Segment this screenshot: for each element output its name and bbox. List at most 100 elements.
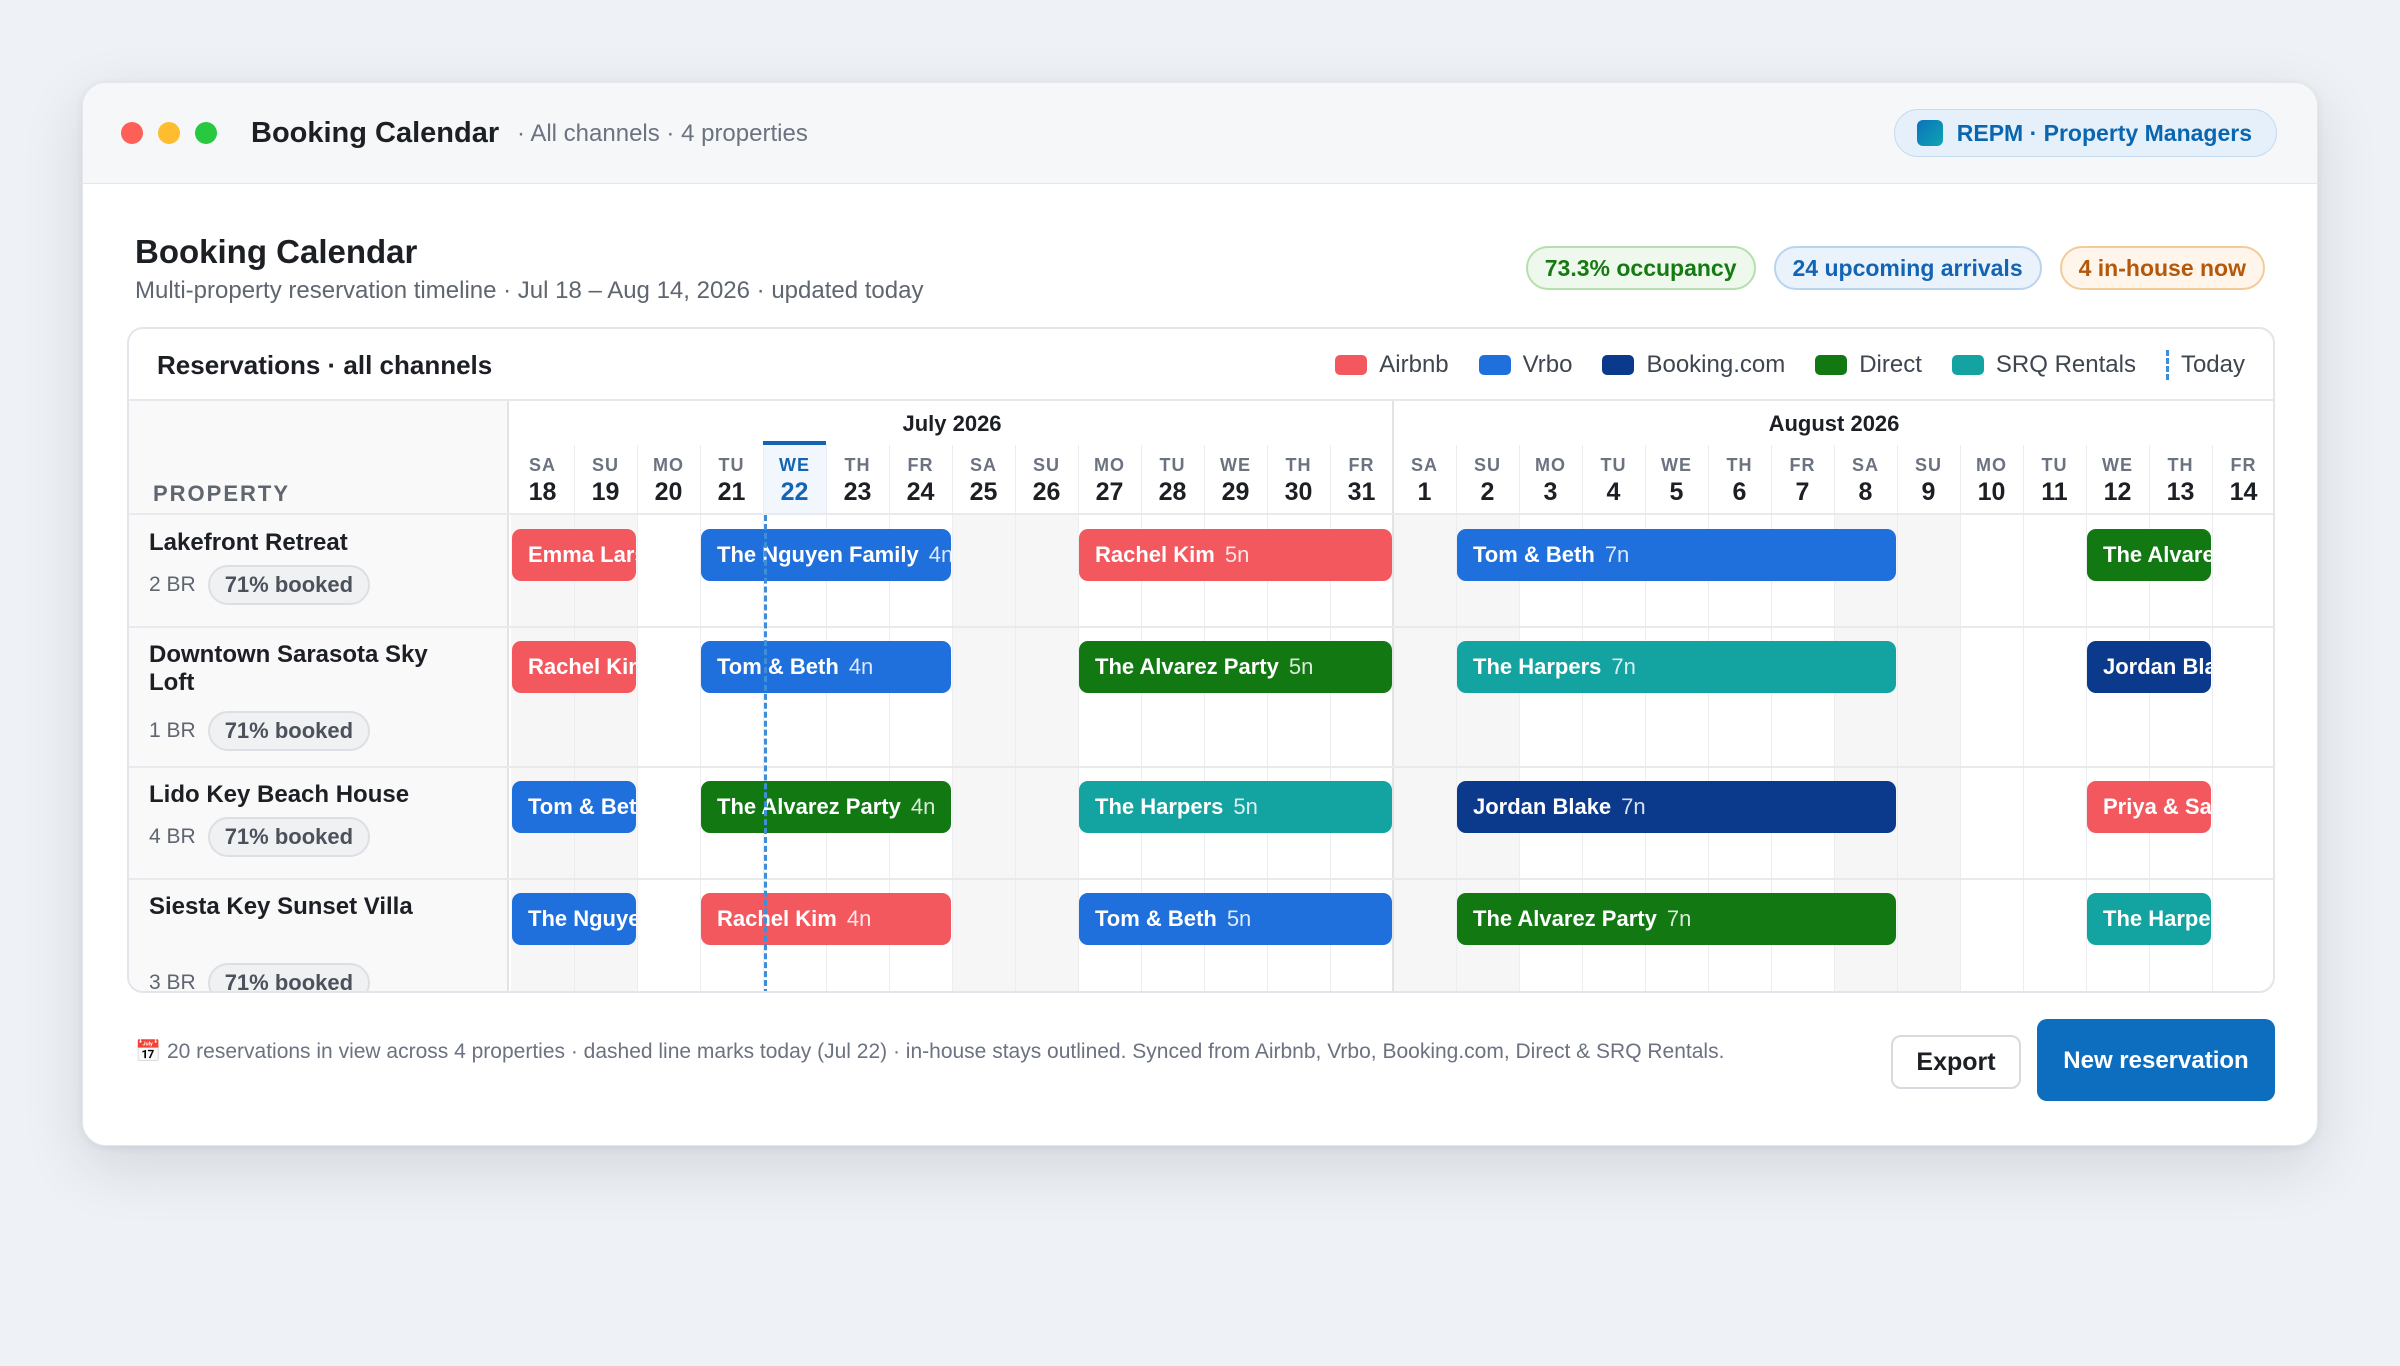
weekend-shade bbox=[1015, 515, 1078, 991]
day-header[interactable]: FR 31 bbox=[1330, 455, 1393, 507]
day-of-week: FR bbox=[2230, 455, 2257, 475]
day-number: 8 bbox=[1858, 478, 1873, 506]
day-header[interactable]: TH 23 bbox=[826, 455, 889, 507]
reservation-bar[interactable]: Tom & Beth 7n bbox=[1457, 529, 1896, 581]
day-header[interactable]: TU 4 bbox=[1582, 455, 1645, 507]
day-header[interactable]: TU 28 bbox=[1141, 455, 1204, 507]
guest-name: Tom & Beth bbox=[717, 654, 839, 679]
day-number: 20 bbox=[654, 478, 683, 506]
guest-name: Tom & Beth bbox=[528, 794, 636, 819]
day-of-week: WE bbox=[1220, 455, 1251, 475]
day-header[interactable]: WE 12 bbox=[2086, 455, 2149, 507]
reservation-bar[interactable]: The Alvarez Party 5n bbox=[1079, 641, 1392, 693]
day-number: 18 bbox=[528, 478, 557, 506]
reservation-bar[interactable]: Tom & Beth 4n bbox=[701, 641, 951, 693]
day-header[interactable]: SA 18 bbox=[511, 455, 574, 507]
reservation-bar[interactable]: Emma Larson bbox=[512, 529, 636, 581]
new-reservation-button[interactable]: New reservation bbox=[2037, 1019, 2275, 1101]
day-of-week: MO bbox=[653, 455, 684, 475]
day-header[interactable]: SU 9 bbox=[1897, 455, 1960, 507]
page-subtitle: Multi-property reservation timeline · Ju… bbox=[135, 277, 924, 304]
footer-note: 📅 20 reservations in view across 4 prope… bbox=[135, 1040, 1725, 1063]
minimize-window-button[interactable] bbox=[158, 122, 180, 144]
day-header[interactable]: FR 24 bbox=[889, 455, 952, 507]
reservation-bar[interactable]: The Alvarez Party 7n bbox=[1457, 893, 1896, 945]
day-header[interactable]: WE 29 bbox=[1204, 455, 1267, 507]
reservation-bar[interactable]: The Alvarez Party bbox=[2087, 529, 2211, 581]
day-column-line bbox=[637, 445, 638, 991]
day-of-week: TH bbox=[844, 455, 871, 475]
day-header[interactable]: FR 7 bbox=[1771, 455, 1834, 507]
property-name[interactable]: Downtown Sarasota Sky Loft bbox=[149, 641, 479, 697]
reservation-bar[interactable]: Rachel Kim 4n bbox=[701, 893, 951, 945]
day-header[interactable]: TH 6 bbox=[1708, 455, 1771, 507]
day-header[interactable]: WE 22 bbox=[763, 455, 826, 507]
day-of-week: SA bbox=[1410, 455, 1438, 475]
day-header[interactable]: FR 14 bbox=[2212, 455, 2273, 507]
reservation-bar[interactable]: Tom & Beth 5n bbox=[1079, 893, 1392, 945]
month-label: August 2026 bbox=[1768, 411, 1900, 436]
reservation-bar[interactable]: Priya & Sam bbox=[2087, 781, 2211, 833]
reservation-bar[interactable]: The Harpers 7n bbox=[1457, 641, 1896, 693]
property-name[interactable]: Lido Key Beach House bbox=[149, 781, 479, 809]
guest-name: The Nguyen Family bbox=[528, 906, 636, 931]
stats-pills: 73.3% occupancy 24 upcoming arrivals 4 i… bbox=[1525, 246, 2265, 290]
day-header[interactable]: SU 2 bbox=[1456, 455, 1519, 507]
day-of-week: SA bbox=[969, 455, 997, 475]
month-label: July 2026 bbox=[902, 411, 1002, 436]
day-header[interactable]: TU 11 bbox=[2023, 455, 2086, 507]
weekend-shade bbox=[1393, 515, 1456, 991]
guest-name: Jordan Blake bbox=[1473, 794, 1612, 819]
reservation-bar[interactable]: The Harpers bbox=[2087, 893, 2211, 945]
nights-count: 7n bbox=[1666, 906, 1692, 931]
day-header[interactable]: MO 3 bbox=[1519, 455, 1582, 507]
brand-badge[interactable]: REPM · Property Managers bbox=[1893, 109, 2277, 157]
reservation-bar[interactable]: Rachel Kim 5n bbox=[1079, 529, 1392, 581]
close-window-button[interactable] bbox=[121, 122, 143, 144]
legend-item-today: Today bbox=[2165, 350, 2245, 380]
row-divider bbox=[129, 626, 2273, 628]
day-header[interactable]: MO 10 bbox=[1960, 455, 2023, 507]
day-header[interactable]: WE 5 bbox=[1645, 455, 1708, 507]
day-header[interactable]: SA 8 bbox=[1834, 455, 1897, 507]
window-subtitle: · All channels · 4 properties bbox=[517, 120, 808, 147]
reservation-bar[interactable]: Rachel Kim bbox=[512, 641, 636, 693]
property-column-header: PROPERTY bbox=[153, 481, 291, 506]
legend-swatch bbox=[1951, 355, 1984, 375]
day-number: 19 bbox=[591, 478, 620, 506]
legend-label: Booking.com bbox=[1646, 351, 1786, 378]
inhouse-badge: 4 in-house now bbox=[2059, 246, 2265, 290]
occupancy-badge: 73.3% occupancy bbox=[1525, 246, 1756, 290]
guest-name: Tom & Beth bbox=[1473, 542, 1595, 567]
day-header[interactable]: TH 30 bbox=[1267, 455, 1330, 507]
day-header[interactable]: SA 25 bbox=[952, 455, 1015, 507]
nights-count: 5n bbox=[1226, 906, 1252, 931]
reservation-bar[interactable]: The Nguyen Family bbox=[512, 893, 636, 945]
reservation-bar[interactable]: The Nguyen Family 4n bbox=[701, 529, 951, 581]
window-title: Booking Calendar bbox=[251, 117, 500, 149]
day-number: 4 bbox=[1606, 478, 1621, 506]
reservation-bar[interactable]: Tom & Beth bbox=[512, 781, 636, 833]
day-number: 9 bbox=[1921, 478, 1936, 506]
property-name[interactable]: Siesta Key Sunset Villa bbox=[149, 893, 479, 921]
day-header[interactable]: TU 21 bbox=[700, 455, 763, 507]
day-column-line bbox=[952, 445, 953, 991]
property-name[interactable]: Lakefront Retreat bbox=[149, 529, 479, 557]
day-header[interactable]: TH 13 bbox=[2149, 455, 2212, 507]
day-of-week: SU bbox=[1473, 455, 1501, 475]
maximize-window-button[interactable] bbox=[195, 122, 217, 144]
day-header[interactable]: MO 20 bbox=[637, 455, 700, 507]
nights-count: 5n bbox=[1233, 794, 1258, 819]
reservation-bar[interactable]: The Alvarez Party 4n bbox=[701, 781, 951, 833]
day-header[interactable]: MO 27 bbox=[1078, 455, 1141, 507]
export-button[interactable]: Export bbox=[1891, 1035, 2021, 1089]
reservation-bar[interactable]: Jordan Blake 7n bbox=[1457, 781, 1896, 833]
day-header[interactable]: SA 1 bbox=[1393, 455, 1456, 507]
reservation-bar[interactable]: Jordan Blake bbox=[2087, 641, 2211, 693]
guest-name: Rachel Kim bbox=[1095, 542, 1215, 567]
day-header[interactable]: SU 19 bbox=[574, 455, 637, 507]
day-number: 30 bbox=[1284, 478, 1313, 506]
day-header[interactable]: SU 26 bbox=[1015, 455, 1078, 507]
reservation-bar[interactable]: The Harpers 5n bbox=[1079, 781, 1392, 833]
calendar-grid: PROPERTY July 2026 August 2026 SA 18 SU 19 MO 2… bbox=[129, 401, 2273, 991]
